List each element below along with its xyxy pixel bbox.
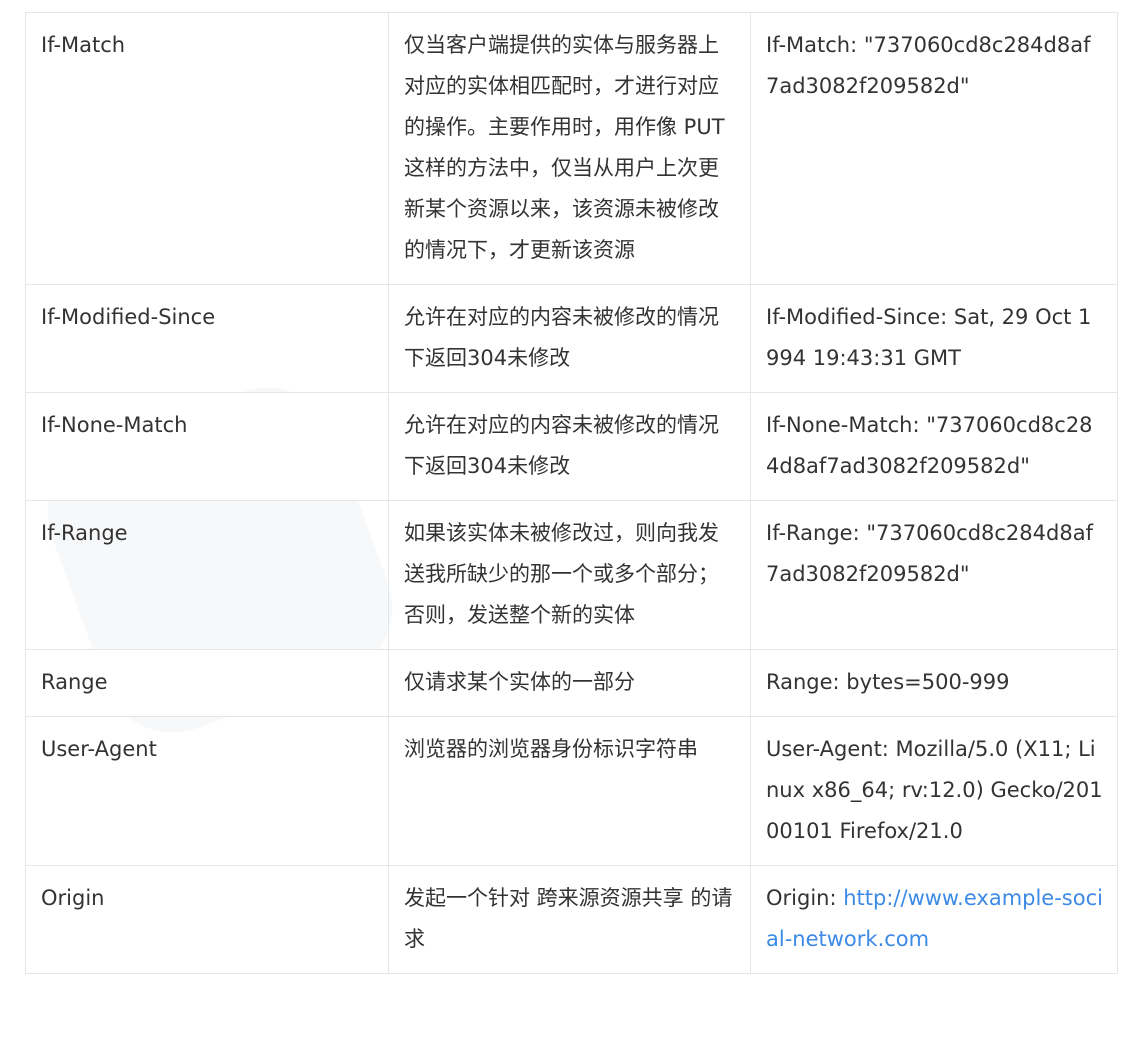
http-headers-table: If-Match 仅当客户端提供的实体与服务器上对应的实体相匹配时，才进行对应的… [25,12,1118,974]
header-example-cell: If-Modified-Since: Sat, 29 Oct 1994 19:4… [750,284,1118,393]
header-description-cell: 允许在对应的内容未被修改的情况下返回304未修改 [388,392,751,501]
header-description-cell: 允许在对应的内容未被修改的情况下返回304未修改 [388,284,751,393]
table-row: User-Agent 浏览器的浏览器身份标识字符串 User-Agent: Mo… [25,716,1118,866]
table-row: If-Modified-Since 允许在对应的内容未被修改的情况下返回304未… [25,284,1118,393]
header-description-cell: 仅当客户端提供的实体与服务器上对应的实体相匹配时，才进行对应的操作。主要作用时，… [388,12,751,285]
header-example-cell: Range: bytes=500-999 [750,649,1118,717]
table-row: If-None-Match 允许在对应的内容未被修改的情况下返回304未修改 I… [25,392,1118,501]
header-example-cell: If-None-Match: "737060cd8c284d8af7ad3082… [750,392,1118,501]
header-description-cell: 浏览器的浏览器身份标识字符串 [388,716,751,866]
header-example-cell: Origin: http://www.example-social-networ… [750,865,1118,974]
header-field-cell: If-Modified-Since [25,284,389,393]
header-field-cell: User-Agent [25,716,389,866]
header-example-cell: If-Match: "737060cd8c284d8af7ad3082f2095… [750,12,1118,285]
header-field-cell: Origin [25,865,389,974]
header-field-cell: If-Match [25,12,389,285]
header-field-cell: If-Range [25,500,389,650]
document-page: If-Match 仅当客户端提供的实体与服务器上对应的实体相匹配时，才进行对应的… [0,0,1146,1058]
header-field-cell: If-None-Match [25,392,389,501]
header-example-cell: If-Range: "737060cd8c284d8af7ad3082f2095… [750,500,1118,650]
header-example-cell: User-Agent: Mozilla/5.0 (X11; Linux x86_… [750,716,1118,866]
example-prefix: Origin: [766,886,844,910]
table-row: Origin 发起一个针对 跨来源资源共享 的请求 Origin: http:/… [25,865,1118,974]
header-description-cell: 发起一个针对 跨来源资源共享 的请求 [388,865,751,974]
table-row: Range 仅请求某个实体的一部分 Range: bytes=500-999 [25,649,1118,717]
header-description-cell: 如果该实体未被修改过，则向我发送我所缺少的那一个或多个部分；否则，发送整个新的实… [388,500,751,650]
table-row: If-Range 如果该实体未被修改过，则向我发送我所缺少的那一个或多个部分；否… [25,500,1118,650]
header-field-cell: Range [25,649,389,717]
table-row: If-Match 仅当客户端提供的实体与服务器上对应的实体相匹配时，才进行对应的… [25,12,1118,285]
header-description-cell: 仅请求某个实体的一部分 [388,649,751,717]
